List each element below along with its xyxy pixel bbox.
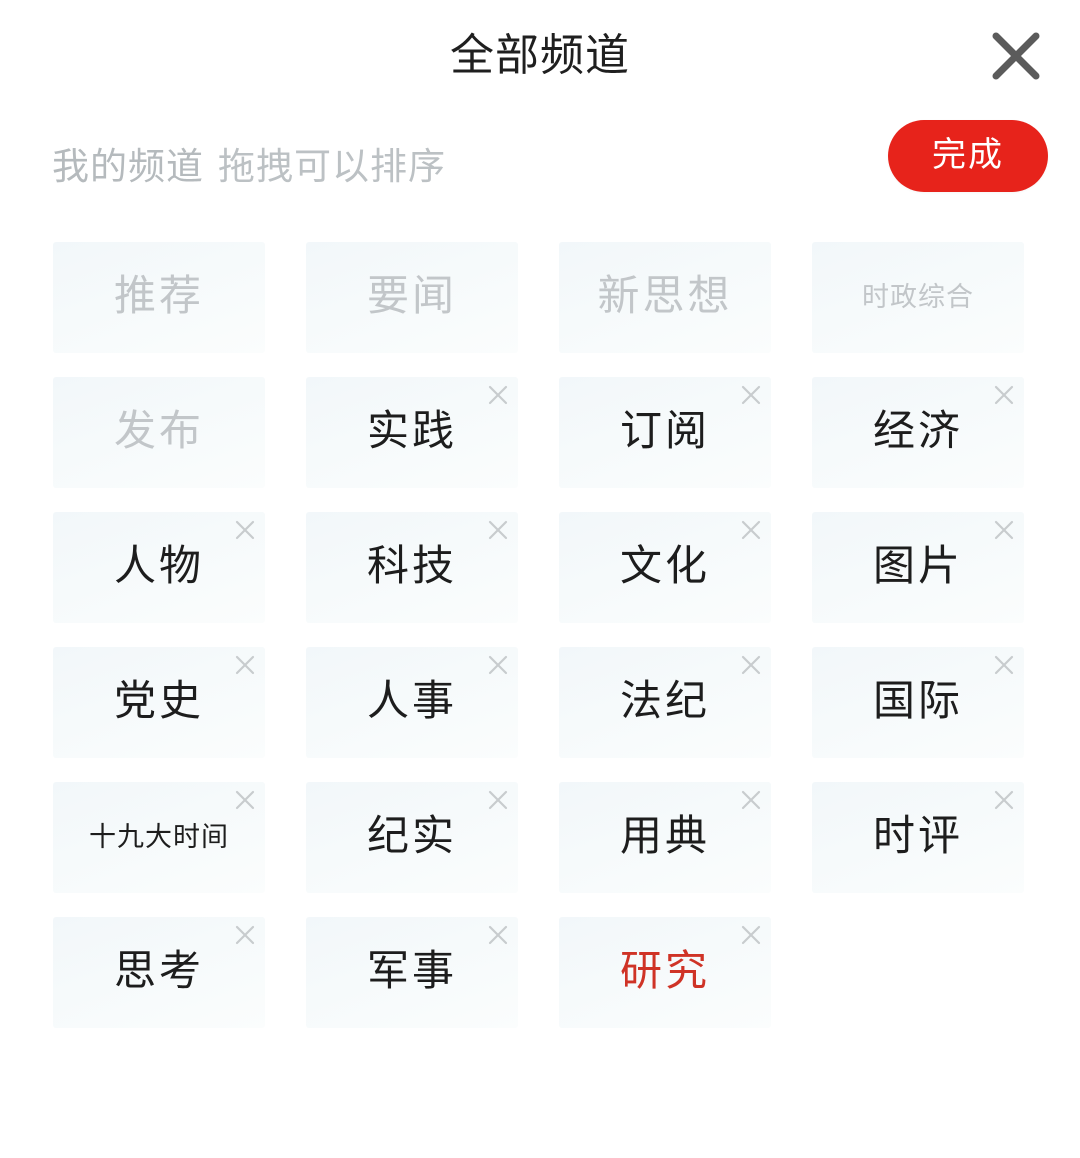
- close-small-icon: [738, 517, 764, 543]
- channel-tile-label: 人事: [366, 679, 457, 725]
- drag-hint-label: 拖拽可以排序: [218, 147, 446, 188]
- remove-channel-button[interactable]: [476, 643, 520, 687]
- close-small-icon: [991, 652, 1017, 678]
- channel-tile-label: 研究: [619, 949, 710, 995]
- channel-tile-label: 推荐: [113, 274, 204, 320]
- remove-channel-button[interactable]: [729, 778, 773, 822]
- channel-tile-label: 思考: [113, 949, 204, 995]
- close-small-icon: [485, 922, 511, 948]
- remove-channel-button[interactable]: [729, 643, 773, 687]
- channel-tile-label: 军事: [366, 949, 457, 995]
- channel-tile[interactable]: 用典: [559, 782, 771, 893]
- channel-tile[interactable]: 时政综合: [812, 242, 1024, 353]
- channel-tile[interactable]: 十九大时间: [53, 782, 265, 893]
- channel-tile[interactable]: 科技: [306, 512, 518, 623]
- channel-tile[interactable]: 图片: [812, 512, 1024, 623]
- channel-tile-label: 人物: [113, 544, 204, 590]
- close-small-icon: [991, 382, 1017, 408]
- remove-channel-button[interactable]: [223, 643, 267, 687]
- close-small-icon: [232, 652, 258, 678]
- channel-tile[interactable]: 研究: [559, 917, 771, 1028]
- channel-tile[interactable]: 人物: [53, 512, 265, 623]
- channel-tile-label: 时政综合: [862, 282, 974, 312]
- close-icon: [988, 28, 1044, 84]
- channel-tile-label: 发布: [113, 409, 204, 455]
- channel-tile[interactable]: 纪实: [306, 782, 518, 893]
- channel-tile-label: 用典: [619, 814, 710, 860]
- close-small-icon: [991, 787, 1017, 813]
- channel-tile[interactable]: 推荐: [53, 242, 265, 353]
- channel-tile-label: 新思想: [597, 274, 733, 320]
- channel-tile[interactable]: 发布: [53, 377, 265, 488]
- channel-tile-label: 法纪: [619, 679, 710, 725]
- close-small-icon: [232, 517, 258, 543]
- header: 全部频道: [0, 0, 1080, 116]
- channel-tile-label: 图片: [872, 544, 963, 590]
- channel-tile[interactable]: 订阅: [559, 377, 771, 488]
- channel-tile-label: 党史: [113, 679, 204, 725]
- remove-channel-button[interactable]: [476, 913, 520, 957]
- my-channels-header: 我的频道 拖拽可以排序 完成: [0, 116, 1080, 228]
- channel-tile[interactable]: 思考: [53, 917, 265, 1028]
- done-button[interactable]: 完成: [888, 120, 1048, 192]
- channel-tile[interactable]: 要闻: [306, 242, 518, 353]
- remove-channel-button[interactable]: [982, 508, 1026, 552]
- channel-tile[interactable]: 军事: [306, 917, 518, 1028]
- remove-channel-button[interactable]: [223, 508, 267, 552]
- close-small-icon: [738, 382, 764, 408]
- close-small-icon: [232, 922, 258, 948]
- channel-tile[interactable]: 国际: [812, 647, 1024, 758]
- remove-channel-button[interactable]: [982, 778, 1026, 822]
- my-channels-grid: 推荐 要闻 新思想 时政综合发布 实践 订阅 经济人物 科技 文化 图片党史 人事 法纪 国际十九大时间…: [0, 242, 1080, 1028]
- channel-tile-label: 订阅: [619, 409, 710, 455]
- close-small-icon: [485, 517, 511, 543]
- channel-tile[interactable]: 文化: [559, 512, 771, 623]
- close-small-icon: [485, 787, 511, 813]
- channel-tile[interactable]: 法纪: [559, 647, 771, 758]
- remove-channel-button[interactable]: [729, 508, 773, 552]
- channel-tile[interactable]: 新思想: [559, 242, 771, 353]
- remove-channel-button[interactable]: [223, 778, 267, 822]
- remove-channel-button[interactable]: [729, 913, 773, 957]
- remove-channel-button[interactable]: [476, 373, 520, 417]
- close-button[interactable]: [984, 24, 1048, 88]
- close-small-icon: [738, 652, 764, 678]
- channel-tile[interactable]: 实践: [306, 377, 518, 488]
- channel-tile-label: 国际: [872, 679, 963, 725]
- my-channels-label-group: 我的频道 拖拽可以排序: [52, 142, 446, 194]
- remove-channel-button[interactable]: [729, 373, 773, 417]
- all-channels-screen: 全部频道 我的频道 拖拽可以排序 完成 推荐 要闻 新思想 时政综合发布 实践 订阅 经济人物…: [0, 0, 1080, 1158]
- remove-channel-button[interactable]: [476, 508, 520, 552]
- channel-tile-label: 时评: [872, 814, 963, 860]
- close-small-icon: [738, 787, 764, 813]
- channel-tile[interactable]: 人事: [306, 647, 518, 758]
- close-small-icon: [485, 382, 511, 408]
- channel-tile[interactable]: 经济: [812, 377, 1024, 488]
- remove-channel-button[interactable]: [223, 913, 267, 957]
- page-title: 全部频道: [450, 31, 630, 80]
- close-small-icon: [232, 787, 258, 813]
- close-small-icon: [485, 652, 511, 678]
- remove-channel-button[interactable]: [982, 373, 1026, 417]
- close-small-icon: [738, 922, 764, 948]
- my-channels-label: 我的频道: [52, 147, 204, 188]
- channel-tile-label: 十九大时间: [89, 822, 229, 852]
- channel-tile-label: 要闻: [366, 274, 457, 320]
- channel-tile[interactable]: 时评: [812, 782, 1024, 893]
- channel-tile-label: 纪实: [366, 814, 457, 860]
- close-small-icon: [991, 517, 1017, 543]
- channel-tile-label: 科技: [366, 544, 457, 590]
- channel-tile[interactable]: 党史: [53, 647, 265, 758]
- channel-tile-label: 经济: [872, 409, 963, 455]
- remove-channel-button[interactable]: [476, 778, 520, 822]
- remove-channel-button[interactable]: [982, 643, 1026, 687]
- channel-tile-placeholder: [812, 917, 1024, 1028]
- channel-tile-label: 实践: [366, 409, 457, 455]
- channel-tile-label: 文化: [619, 544, 710, 590]
